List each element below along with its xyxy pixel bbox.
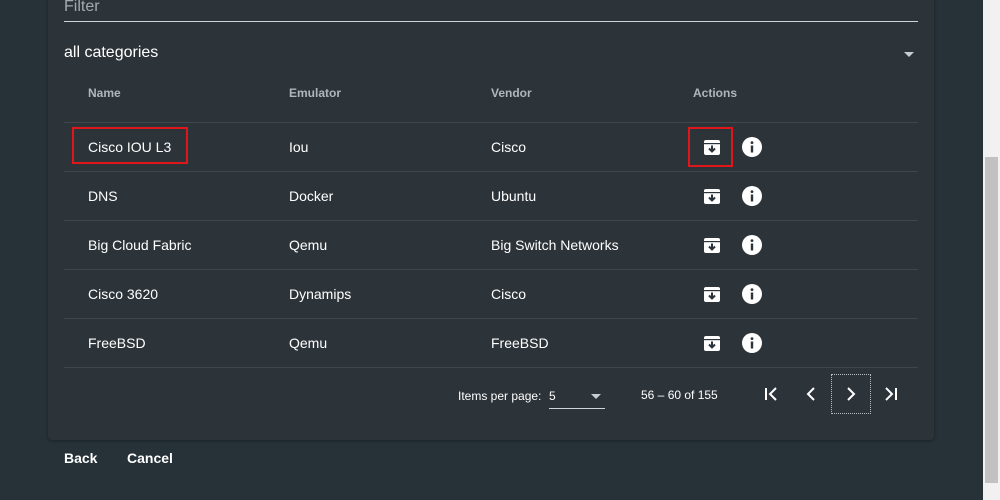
info-icon [742, 235, 762, 255]
cell-name: FreeBSD [88, 335, 146, 351]
info-button[interactable] [740, 135, 764, 159]
cell-name: DNS [88, 188, 118, 204]
table-row: Big Cloud Fabric Qemu Big Switch Network… [64, 221, 918, 270]
column-header-actions: Actions [693, 86, 738, 100]
first-page-button[interactable] [751, 374, 791, 414]
cell-emulator: Docker [289, 188, 334, 204]
items-per-page-label: Items per page: [458, 389, 542, 403]
cell-vendor: Ubuntu [491, 188, 537, 204]
dropdown-arrow-icon [904, 52, 914, 57]
archive-icon [704, 140, 720, 155]
cell-vendor: Big Switch Networks [491, 237, 619, 253]
category-select[interactable]: all categories [64, 42, 918, 66]
info-button[interactable] [740, 282, 764, 306]
cell-name: Cisco IOU L3 [88, 139, 172, 155]
cell-name: Cisco 3620 [88, 286, 159, 302]
archive-icon [704, 336, 720, 351]
filter-input[interactable]: Filter [64, 0, 918, 22]
first-page-icon [765, 387, 777, 401]
info-icon [742, 186, 762, 206]
cell-name: Big Cloud Fabric [88, 237, 192, 253]
chevron-right-icon [847, 387, 856, 401]
info-icon [742, 333, 762, 353]
next-page-button[interactable] [831, 374, 871, 414]
info-button[interactable] [740, 233, 764, 257]
cell-emulator: Qemu [289, 335, 328, 351]
items-per-page-select[interactable]: 5 [549, 382, 605, 409]
category-value: all categories [64, 44, 159, 61]
dropdown-arrow-icon [591, 394, 601, 399]
cell-vendor: FreeBSD [491, 335, 549, 351]
last-page-button[interactable] [871, 374, 911, 414]
install-button[interactable] [700, 331, 724, 355]
paginator: Items per page: 5 56 – 60 of 155 [64, 368, 918, 424]
cell-emulator: Iou [289, 139, 309, 155]
scrollbar-thumb[interactable] [985, 157, 998, 483]
vertical-scrollbar[interactable] [983, 0, 1000, 500]
table-row: DNS Docker Ubuntu [64, 172, 918, 221]
chevron-left-icon [806, 387, 815, 401]
table-row: FreeBSD Qemu FreeBSD [64, 319, 918, 368]
templates-card: Filter all categories Name Emulator Vend… [48, 0, 934, 440]
column-header-name: Name [88, 86, 121, 100]
cell-vendor: Cisco [491, 139, 527, 155]
table-header: Name Emulator Vendor Actions [64, 74, 918, 123]
info-icon [742, 137, 762, 157]
cell-vendor: Cisco [491, 286, 527, 302]
cell-emulator: Qemu [289, 237, 328, 253]
previous-page-button[interactable] [791, 374, 831, 414]
templates-table: Name Emulator Vendor Actions Cisco IOU L… [64, 74, 918, 368]
cancel-button[interactable]: Cancel [127, 450, 173, 466]
column-header-vendor: Vendor [491, 86, 532, 100]
info-icon [742, 284, 762, 304]
page-range-label: 56 – 60 of 155 [641, 388, 718, 402]
cell-emulator: Dynamips [289, 286, 352, 302]
install-button[interactable] [700, 233, 724, 257]
archive-icon [704, 238, 720, 253]
column-header-emulator: Emulator [289, 86, 342, 100]
install-button[interactable] [700, 184, 724, 208]
last-page-icon [885, 387, 897, 401]
install-button[interactable] [700, 135, 724, 159]
archive-icon [704, 287, 720, 302]
archive-icon [704, 189, 720, 204]
items-per-page-value: 5 [549, 389, 556, 403]
info-button[interactable] [740, 184, 764, 208]
back-button[interactable]: Back [64, 450, 97, 466]
filter-placeholder: Filter [64, 0, 100, 15]
table-row: Cisco 3620 Dynamips Cisco [64, 270, 918, 319]
install-button[interactable] [700, 282, 724, 306]
info-button[interactable] [740, 331, 764, 355]
table-row: Cisco IOU L3 Iou Cisco [64, 123, 918, 172]
